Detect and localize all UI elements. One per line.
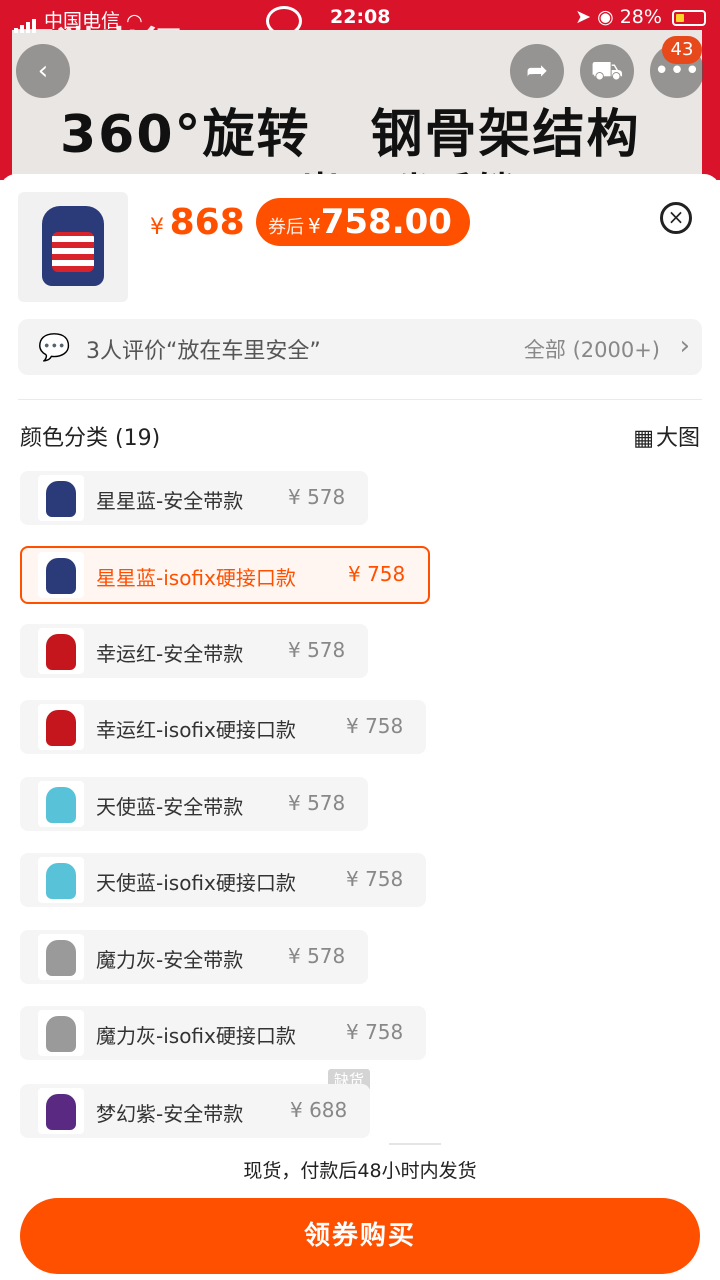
sku-thumbnail (38, 552, 84, 598)
coupon-price-value: 758.00 (320, 202, 452, 242)
sku-option-6[interactable]: 魔力灰-安全带款 ¥ 578 (20, 930, 368, 984)
sku-seat-image (46, 558, 76, 594)
sku-price: ¥ 688 (290, 1098, 348, 1122)
close-icon: × (667, 205, 685, 229)
sku-name: 梦幻紫-安全带款 (96, 1102, 244, 1126)
status-bar: 中国电信 ◠ 22:08 ➤ ◉ 28% (0, 0, 720, 36)
share-button[interactable]: ➦ (510, 44, 564, 98)
sku-thumbnail (38, 781, 84, 827)
sku-name: 魔力灰-isofix硬接口款 (96, 1024, 296, 1048)
grid-icon: ▦ (633, 426, 654, 451)
big-image-toggle[interactable]: ▦大图 (633, 420, 700, 452)
sku-price: ¥ 758 (348, 562, 406, 586)
carrier: 中国电信 ◠ (14, 6, 143, 33)
sku-price: ¥ 758 (346, 867, 404, 891)
sku-thumbnail (38, 934, 84, 980)
coupon-price-pill: 券后 ¥758.00 (256, 198, 470, 246)
close-button[interactable]: × (660, 202, 692, 234)
comment-icon: 💬 (38, 333, 71, 363)
cart-icon: ⛟ (590, 56, 624, 86)
shipping-note: 现货，付款后48小时内发货 (243, 1160, 477, 1182)
sku-name: 天使蓝-安全带款 (96, 795, 244, 819)
banner-headline-2: 钢骨架结构 (370, 105, 641, 165)
sku-option-4[interactable]: 天使蓝-安全带款 ¥ 578 (20, 777, 368, 831)
sku-name: 天使蓝-isofix硬接口款 (96, 871, 296, 895)
sku-thumbnail (38, 704, 84, 750)
review-summary-text: 3人评价“放在车里安全” (86, 339, 321, 364)
lock-rotation-icon: ◉ (597, 6, 614, 28)
sku-name: 星星蓝-安全带款 (96, 489, 244, 513)
battery-icon (672, 9, 706, 26)
sku-name: 星星蓝-isofix硬接口款 (96, 566, 296, 590)
sku-thumbnail (38, 1010, 84, 1056)
back-button[interactable]: ‹ (16, 44, 70, 98)
sku-thumbnail (38, 1088, 84, 1134)
color-category-title: 颜色分类 (19) (20, 426, 161, 451)
sku-seat-image (46, 634, 76, 670)
banner-headline-1: 360°旋转 (60, 105, 311, 165)
sku-name: 幸运红-安全带款 (96, 642, 244, 666)
sku-option-8[interactable]: 梦幻紫-安全带款 ¥ 688 (20, 1084, 370, 1138)
sku-thumbnail (38, 857, 84, 903)
banner-headline: 360°旋转 钢骨架结构 (60, 92, 701, 167)
sku-option-5[interactable]: 天使蓝-isofix硬接口款 ¥ 758 (20, 853, 426, 907)
sku-price: ¥ 578 (288, 485, 346, 509)
battery-percent: 28% (619, 6, 662, 28)
sku-price: ¥ 758 (346, 1020, 404, 1044)
sku-price: ¥ 578 (288, 944, 346, 968)
divider (18, 399, 702, 400)
review-all-link: 全部 (2000+) (523, 338, 660, 362)
signal-icon (14, 11, 38, 33)
sku-seat-image (46, 1094, 76, 1130)
share-icon: ➦ (526, 56, 548, 86)
sku-seat-image (46, 710, 76, 746)
sku-seat-image (46, 787, 76, 823)
coupon-label: 券后 (268, 217, 304, 238)
clock: 22:08 (330, 6, 391, 28)
sku-selector-sheet: ¥ 868 券后 ¥758.00 × 💬 3人评价“放在车里安全” 全部 (200… (0, 174, 720, 1280)
sku-seat-image (46, 940, 76, 976)
sku-thumbnail (38, 475, 84, 521)
sku-name: 魔力灰-安全带款 (96, 948, 244, 972)
big-image-label: 大图 (655, 426, 700, 451)
review-summary-bar[interactable]: 💬 3人评价“放在车里安全” 全部 (2000+) › (18, 319, 702, 375)
chevron-right-icon: › (679, 331, 690, 361)
carrier-label: 中国电信 (44, 10, 121, 32)
status-right: ➤ ◉ 28% (575, 6, 706, 28)
sku-seat-image (46, 481, 76, 517)
chevron-left-icon: ‹ (37, 56, 49, 86)
price-currency: ¥ (150, 215, 164, 240)
sku-option-2[interactable]: 幸运红-安全带款 ¥ 578 (20, 624, 368, 678)
location-icon: ➤ (575, 6, 592, 28)
price: ¥ 868 (150, 202, 245, 243)
sku-price: ¥ 578 (288, 791, 346, 815)
sku-price: ¥ 758 (346, 714, 404, 738)
sku-thumbnail (38, 628, 84, 674)
sku-option-7[interactable]: 魔力灰-isofix硬接口款 ¥ 758 (20, 1006, 426, 1060)
cart-button[interactable]: ⛟ (580, 44, 634, 98)
sku-seat-image (46, 863, 76, 899)
sku-option-0[interactable]: 星星蓝-安全带款 ¥ 578 (20, 471, 368, 525)
cart-count-badge: 43 (662, 36, 702, 64)
coupon-currency: ¥ (308, 214, 321, 238)
seat-stripes (52, 232, 94, 272)
sku-option-1-selected[interactable]: 星星蓝-isofix硬接口款 ¥ 758 (20, 546, 430, 604)
wifi-icon: ◠ (126, 10, 143, 32)
price-value: 868 (169, 202, 245, 243)
claim-coupon-buy-button[interactable]: 领券购买 (20, 1198, 700, 1274)
scroll-indicator (389, 1143, 441, 1145)
sku-name: 幸运红-isofix硬接口款 (96, 718, 296, 742)
sku-price: ¥ 578 (288, 638, 346, 662)
sku-option-3[interactable]: 幸运红-isofix硬接口款 ¥ 758 (20, 700, 426, 754)
sku-seat-image (46, 1016, 76, 1052)
product-thumbnail[interactable] (18, 192, 128, 302)
